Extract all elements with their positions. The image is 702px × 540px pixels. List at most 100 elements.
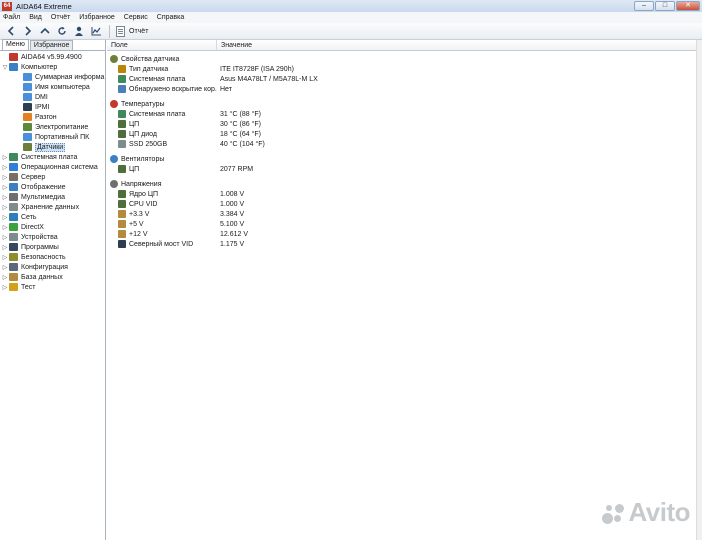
tree-item[interactable]: ▷ Отображение: [0, 182, 105, 192]
tree-item[interactable]: ▷ Хранение данных: [0, 202, 105, 212]
tree-item[interactable]: Разгон: [0, 112, 105, 122]
voltage-icon: [118, 230, 126, 238]
tree-item[interactable]: ▷ Тест: [0, 282, 105, 292]
tree-item[interactable]: DMI: [0, 92, 105, 102]
expand-icon[interactable]: ▷: [1, 214, 9, 221]
menu-help[interactable]: Справка: [157, 14, 184, 21]
sensor-row[interactable]: +3.3 V 3.384 V: [107, 209, 696, 219]
tree-item[interactable]: Датчики: [0, 142, 105, 152]
sensor-field-label: ЦП: [129, 165, 140, 173]
sensor-field-label: Северный мост VID: [129, 240, 194, 248]
expand-icon[interactable]: ▷: [1, 284, 9, 291]
shield-icon: [118, 85, 126, 93]
menu-view[interactable]: Вид: [29, 14, 42, 21]
sensor-field-label: +5 V: [129, 220, 144, 228]
menu-report[interactable]: Отчёт: [51, 14, 70, 21]
expand-icon[interactable]: ▷: [1, 224, 9, 231]
tree-item[interactable]: ▷ Устройства: [0, 232, 105, 242]
report-icon: [116, 25, 125, 37]
up-button[interactable]: [37, 24, 53, 38]
sensor-row[interactable]: CPU VID 1.000 V: [107, 199, 696, 209]
expand-icon[interactable]: ▷: [1, 174, 9, 181]
tree-item[interactable]: ▷ Конфигурация: [0, 262, 105, 272]
sensor-row[interactable]: +12 V 12.612 V: [107, 229, 696, 239]
group-header[interactable]: Напряжения: [107, 179, 696, 189]
tree-item[interactable]: IPMI: [0, 102, 105, 112]
report-button[interactable]: Отчёт: [116, 25, 148, 37]
expand-icon[interactable]: ▷: [1, 274, 9, 281]
tree-item[interactable]: ▷ Мультимедиа: [0, 192, 105, 202]
vertical-scrollbar[interactable]: [696, 40, 702, 540]
user-button[interactable]: [71, 24, 87, 38]
tree-item[interactable]: ▷ Системная плата: [0, 152, 105, 162]
expand-icon[interactable]: ▷: [1, 194, 9, 201]
tree-item[interactable]: Электропитание: [0, 122, 105, 132]
tree-item[interactable]: Портативный ПК: [0, 132, 105, 142]
sensor-row[interactable]: Обнаружено вскрытие кор... Нет: [107, 84, 696, 94]
sensor-row[interactable]: Северный мост VID 1.175 V: [107, 239, 696, 249]
group-header[interactable]: Температуры: [107, 99, 696, 109]
cpu-icon: [118, 200, 126, 208]
tree-item-label: Имя компьютера: [35, 83, 90, 91]
maximize-button[interactable]: □: [655, 1, 675, 11]
sensor-value: 1.008 V: [220, 190, 245, 198]
expand-icon[interactable]: ▷: [1, 154, 9, 161]
sensor-row[interactable]: ЦП 2077 RPM: [107, 164, 696, 174]
sensor-field: Обнаружено вскрытие кор...: [107, 85, 217, 93]
sensor-row[interactable]: Системная плата 31 °C (88 °F): [107, 109, 696, 119]
forward-button[interactable]: [20, 24, 36, 38]
sensor-row[interactable]: ЦП 30 °C (86 °F): [107, 119, 696, 129]
window-title: AIDA64 Extreme: [16, 1, 72, 11]
tree-item-label: Операционная система: [21, 163, 98, 171]
programs-icon: [9, 243, 18, 251]
fan-icon: [110, 155, 118, 163]
refresh-button[interactable]: [54, 24, 70, 38]
sensor-row[interactable]: +5 V 5.100 V: [107, 219, 696, 229]
sensor-field: ЦП: [107, 120, 217, 128]
tree-item[interactable]: Суммарная информа: [0, 72, 105, 82]
tree-item[interactable]: ▷ Сервер: [0, 172, 105, 182]
expand-icon[interactable]: ▷: [1, 244, 9, 251]
tab-favorites[interactable]: Избранное: [29, 40, 74, 50]
sensor-value: 30 °C (86 °F): [220, 120, 261, 128]
menu-file[interactable]: Файл: [3, 14, 20, 21]
expand-icon[interactable]: ▷: [1, 234, 9, 241]
tree-item[interactable]: AIDA64 v5.99.4900: [0, 52, 105, 62]
tree-item[interactable]: ▷ Безопасность: [0, 252, 105, 262]
sensor-row[interactable]: SSD 250GB 40 °C (104 °F): [107, 139, 696, 149]
title-bar: 64 AIDA64 Extreme – □ ✕: [0, 0, 702, 12]
menu-service[interactable]: Сервис: [124, 14, 148, 21]
tree-item[interactable]: ▷ База данных: [0, 272, 105, 282]
group-header[interactable]: Вентиляторы: [107, 154, 696, 164]
sensor-field: Ядро ЦП: [107, 190, 217, 198]
tree-item[interactable]: Имя компьютера: [0, 82, 105, 92]
os-icon: [9, 163, 18, 171]
sensor-row[interactable]: ЦП диод 18 °C (64 °F): [107, 129, 696, 139]
sensor-field-label: +12 V: [129, 230, 148, 238]
tree-item[interactable]: ▷ Операционная система: [0, 162, 105, 172]
column-field[interactable]: Поле: [107, 40, 217, 50]
tree-item[interactable]: ▷ DirectX: [0, 222, 105, 232]
group-header[interactable]: Свойства датчика: [107, 54, 696, 64]
tree-item[interactable]: ▷ Сеть: [0, 212, 105, 222]
collapse-icon[interactable]: ▽: [1, 64, 9, 71]
sensor-row[interactable]: Системная плата Asus M4A78LT / M5A78L-M L…: [107, 74, 696, 84]
directx-icon: [9, 223, 18, 231]
column-value[interactable]: Значение: [217, 40, 696, 50]
tree-item[interactable]: ▷ Программы: [0, 242, 105, 252]
minimize-button[interactable]: –: [634, 1, 654, 11]
tab-menu[interactable]: Меню: [2, 39, 29, 50]
expand-icon[interactable]: ▷: [1, 164, 9, 171]
sensor-row[interactable]: Ядро ЦП 1.008 V: [107, 189, 696, 199]
expand-icon[interactable]: ▷: [1, 254, 9, 261]
expand-icon[interactable]: ▷: [1, 264, 9, 271]
tree-item[interactable]: ▽ Компьютер: [0, 62, 105, 72]
chart-button[interactable]: [88, 24, 104, 38]
sensor-row[interactable]: Тип датчика ITE IT8728F (ISA 290h): [107, 64, 696, 74]
expand-icon[interactable]: ▷: [1, 184, 9, 191]
menu-favorites[interactable]: Избранное: [79, 14, 114, 21]
tree-item-label: Конфигурация: [21, 263, 68, 271]
close-button[interactable]: ✕: [676, 1, 700, 11]
expand-icon[interactable]: ▷: [1, 204, 9, 211]
back-button[interactable]: [3, 24, 19, 38]
